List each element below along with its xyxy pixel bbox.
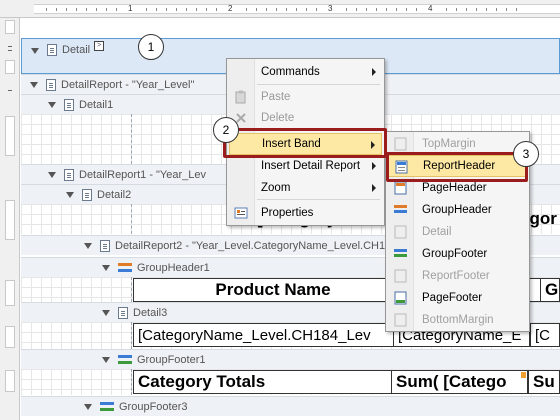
header-cell-3[interactable]: Gr: [540, 278, 560, 302]
submenu-arrow-icon: [372, 68, 376, 76]
callout-bubble-3: 3: [513, 141, 539, 167]
smart-tag-marker-icon: [521, 372, 526, 378]
page-footer-icon: [394, 291, 407, 305]
collapse-icon[interactable]: [84, 242, 92, 249]
ruler-number: 2: [228, 4, 233, 13]
c-cell[interactable]: [C: [530, 323, 560, 347]
collapse-icon[interactable]: [102, 356, 110, 363]
collapse-icon[interactable]: [66, 191, 74, 198]
group-footer-icon: [100, 402, 114, 411]
callout-box-report-header: [386, 152, 528, 182]
submenu-item-page-footer[interactable]: PageFooter: [388, 287, 527, 309]
band-label: Detail: [62, 44, 91, 56]
detail-icon: [394, 225, 407, 239]
band-label: DetailReport1 - "Year_Lev: [79, 168, 207, 181]
ruler-number: 1: [128, 4, 133, 13]
submenu-item-group-footer[interactable]: GroupFooter: [388, 243, 527, 265]
menu-item-insert-detail-report[interactable]: Insert Detail Report: [229, 155, 382, 177]
band-label: DetailReport - "Year_Level": [61, 78, 195, 91]
product-name-header[interactable]: Product Name: [133, 278, 413, 302]
collapse-icon[interactable]: [84, 403, 92, 410]
top-margin-icon: [394, 137, 407, 151]
sum-cell[interactable]: Sum( [Catego: [391, 370, 528, 394]
band-icon: [46, 78, 56, 91]
group-header-icon: [394, 203, 407, 217]
band-label: GroupHeader1: [137, 261, 210, 274]
callout-box-insert-band: [223, 128, 387, 158]
menu-item-properties[interactable]: Properties: [229, 202, 382, 224]
properties-icon: [234, 206, 248, 220]
band-label: GroupFooter3: [119, 400, 188, 413]
sum-cell-text: Sum( [Catego: [396, 372, 507, 391]
band-icon: [100, 239, 110, 252]
su-cell[interactable]: Su: [528, 370, 560, 394]
band-icon: [118, 306, 128, 319]
band-label: Detail2: [97, 188, 132, 201]
collapse-icon[interactable]: [48, 171, 56, 178]
band-group-footer3[interactable]: GroupFooter3: [21, 396, 560, 416]
band-icon: [47, 44, 57, 56]
group-footer1-area[interactable]: Category Totals Sum( [Catego Su: [21, 369, 560, 395]
group-footer-icon: [394, 247, 407, 261]
menu-item-delete[interactable]: Delete: [229, 107, 382, 129]
group-header-icon: [118, 263, 132, 272]
band-icon: [64, 98, 74, 111]
collapse-icon[interactable]: [31, 48, 39, 54]
bottom-margin-icon: [394, 313, 407, 327]
horizontal-ruler: 1 2 3 4: [0, 0, 560, 18]
menu-item-paste[interactable]: Paste: [229, 86, 382, 108]
ruler-number: 4: [428, 4, 433, 13]
collapse-icon[interactable]: [30, 81, 38, 88]
report-footer-icon: [394, 269, 407, 283]
callout-bubble-2: 2: [213, 117, 239, 143]
submenu-arrow-icon: [372, 184, 376, 192]
submenu-item-detail[interactable]: Detail: [388, 221, 527, 243]
band-label: GroupFooter1: [137, 353, 206, 366]
paste-icon: [234, 90, 248, 104]
band-label: DetailReport2 - "Year_Level.CategoryName…: [115, 239, 386, 252]
band-label: Detail1: [79, 98, 114, 111]
submenu-item-bottom-margin[interactable]: BottomMargin: [388, 309, 527, 331]
collapse-icon[interactable]: [102, 309, 110, 316]
band-group-footer1[interactable]: GroupFooter1: [21, 349, 560, 369]
category-name-level-cell[interactable]: [CategoryName_Level.CH184_Lev: [133, 323, 413, 347]
group-footer-icon: [118, 355, 132, 364]
collapse-icon[interactable]: [48, 101, 56, 108]
submenu-item-report-footer[interactable]: ReportFooter: [388, 265, 527, 287]
menu-item-zoom[interactable]: Zoom: [229, 177, 382, 199]
band-icon: [64, 168, 74, 181]
page-header-icon: [394, 181, 407, 195]
band-label: Detail3: [133, 306, 168, 319]
vertical-ruler: [0, 18, 20, 420]
band-icon: [82, 188, 92, 201]
category-totals-cell[interactable]: Category Totals: [133, 370, 413, 394]
submenu-arrow-icon: [372, 162, 376, 170]
menu-item-commands[interactable]: Commands: [229, 61, 382, 83]
smart-tag-icon[interactable]: >: [94, 41, 105, 51]
ruler-track: 1 2 3 4: [34, 4, 560, 14]
ruler-number: 3: [328, 4, 333, 13]
collapse-icon[interactable]: [102, 264, 110, 271]
callout-bubble-1: 1: [138, 34, 164, 60]
submenu-item-group-header[interactable]: GroupHeader: [388, 199, 527, 221]
